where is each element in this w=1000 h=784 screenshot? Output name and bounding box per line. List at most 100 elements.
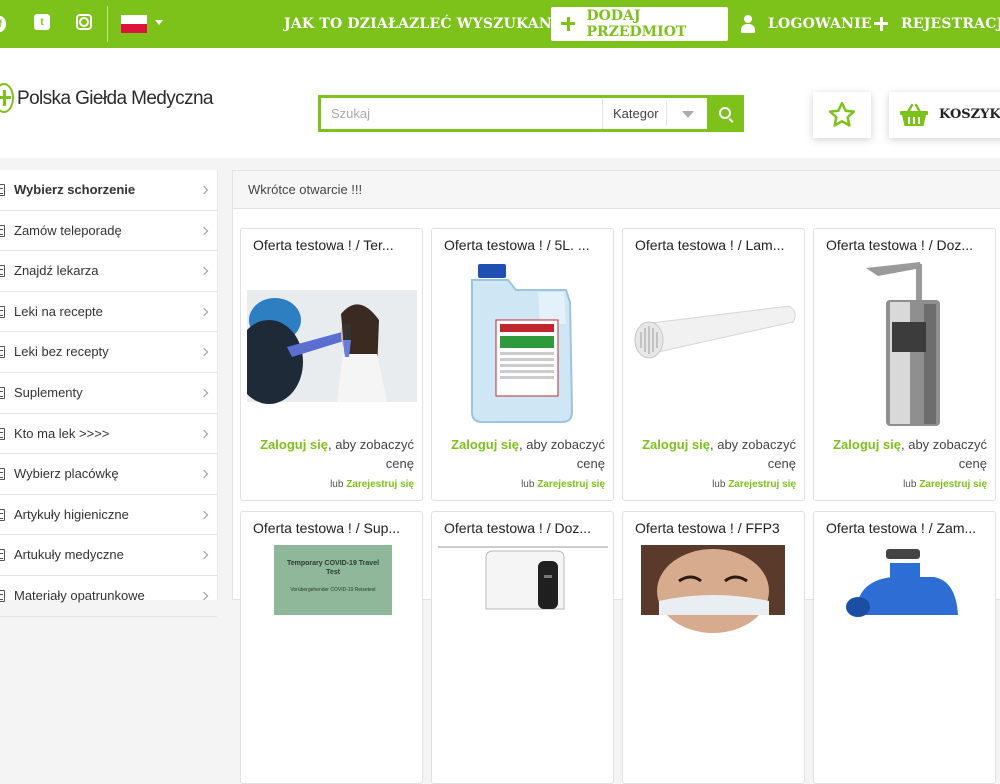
sidebar-item-find-doctor[interactable]: Znajdź lekarza (0, 251, 217, 292)
product-card[interactable]: Oferta testowa ! / Ter... Zaloguj się, a… (240, 228, 423, 501)
document-icon (0, 184, 5, 196)
login-prompt: Zaloguj się, aby zobaczyć (244, 435, 414, 455)
sidebar-item-teleconsultation[interactable]: Zamów teleporadę (0, 211, 217, 252)
product-card[interactable]: Oferta testowa ! / 5L. ... Zaloguj się, … (431, 228, 614, 501)
favorites-button[interactable] (813, 92, 871, 138)
product-card[interactable]: Oferta testowa ! / Zam... (813, 511, 996, 784)
register-link[interactable]: Zarejestruj się (537, 479, 605, 490)
register-prompt: lub Zarejestruj się (712, 479, 796, 490)
add-item-label: DODAJ PRZEDMIOT (586, 8, 687, 40)
site-logo[interactable]: Polska Giełda Medyczna (17, 88, 214, 110)
or-text: lub (521, 479, 538, 490)
covid-test-box: Temporary COVID-19 Travel Test Vorüberge… (274, 545, 392, 615)
product-title[interactable]: Oferta testowa ! / Zam... (826, 520, 976, 536)
login-link[interactable]: Zaloguj się (642, 437, 710, 452)
divider (107, 6, 108, 42)
user-icon (741, 15, 755, 33)
sidebar-item-choose-condition[interactable]: Wybierz schorzenie (0, 170, 217, 211)
product-title[interactable]: Oferta testowa ! / Doz... (826, 237, 973, 253)
search-input[interactable] (321, 98, 602, 129)
product-title[interactable]: Oferta testowa ! / 5L. ... (444, 237, 590, 253)
sidebar-item-who-has-drug[interactable]: Kto ma lek >>>> (0, 414, 217, 455)
nav-login[interactable]: LOGOWANIE (768, 0, 872, 48)
product-card[interactable]: Oferta testowa ! / FFP3 (622, 511, 805, 784)
document-icon (0, 549, 5, 562)
chevron-right-icon (199, 551, 209, 560)
logo-cross-icon[interactable] (0, 83, 14, 113)
login-prompt: Zaloguj się, aby zobaczyć (626, 435, 796, 455)
section-header: Wkrótce otwarcie !!! (233, 171, 1000, 209)
product-card[interactable]: Oferta testowa ! / Sup... Temporary COVI… (240, 511, 423, 784)
nav-order-search[interactable]: ZLEĆ WYSZUKANIE (409, 0, 570, 48)
product-title[interactable]: Oferta testowa ! / FFP3 (635, 520, 780, 536)
category-sidebar: Wybierz schorzenie Zamów teleporadę Znaj… (0, 170, 218, 617)
facebook-icon[interactable]: f (0, 16, 6, 32)
plus-icon (561, 17, 576, 31)
canister-photo[interactable] (438, 262, 608, 430)
register-link[interactable]: Zarejestruj się (346, 479, 414, 490)
chevron-right-icon (199, 307, 209, 317)
search-icon (718, 106, 731, 119)
sidebar-item-supplements[interactable]: Suplementy (0, 373, 217, 414)
sidebar-item-otc-drugs[interactable]: Leki bez recepty (0, 332, 217, 373)
nav-register[interactable]: REJESTRACJA (901, 0, 1000, 48)
auto-dispenser-photo[interactable] (438, 545, 608, 713)
dispenser-photo[interactable] (820, 262, 990, 430)
login-link[interactable]: Zaloguj się (451, 437, 519, 452)
sidebar-item-hygiene[interactable]: Artykuły higieniczne (0, 495, 217, 536)
register-prompt: lub Zarejestruj się (903, 479, 987, 490)
pl-flag-icon[interactable] (121, 15, 147, 33)
price-placeholder: cenę (958, 456, 987, 471)
document-icon (0, 589, 5, 602)
section-title: Wkrótce otwarcie !!! (248, 182, 363, 197)
sidebar-item-label: Leki na recepte (14, 303, 103, 319)
register-link[interactable]: Zarejestruj się (919, 479, 987, 490)
mask-photo[interactable] (629, 545, 799, 713)
instagram-icon[interactable] (76, 14, 92, 30)
product-title[interactable]: Oferta testowa ! / Doz... (444, 520, 591, 536)
login-prompt-text: , aby zobaczyć (710, 437, 796, 452)
sidebar-item-choose-facility[interactable]: Wybierz placówkę (0, 454, 217, 495)
sidebar-item-dressings[interactable]: Materiały opatrunkowe (0, 576, 217, 617)
site-header: Polska Giełda Medyczna Kategor KOSZYK (0, 48, 1000, 158)
basket-icon (900, 103, 928, 126)
twitter-icon[interactable]: t (34, 14, 50, 30)
register-link[interactable]: Zarejestruj się (728, 479, 796, 490)
language-caret-icon[interactable] (155, 20, 163, 25)
chevron-right-icon (199, 185, 209, 195)
nav-how-it-works[interactable]: JAK TO DZIAŁA (284, 0, 409, 48)
cart-label: KOSZYK (939, 107, 1000, 122)
divider (666, 102, 667, 125)
product-title[interactable]: Oferta testowa ! / Sup... (253, 520, 400, 536)
document-icon (0, 265, 5, 278)
covid-test-box-title: Temporary COVID-19 Travel Test (286, 560, 380, 576)
chevron-right-icon (199, 226, 209, 235)
chevron-right-icon (199, 429, 209, 438)
sidebar-item-label: Znajdź lekarza (14, 263, 99, 279)
product-card[interactable]: Oferta testowa ! / Doz... (431, 511, 614, 784)
product-title[interactable]: Oferta testowa ! / Lam... (635, 237, 784, 253)
fogger-photo[interactable] (820, 545, 990, 713)
price-placeholder: cenę (767, 456, 796, 471)
search-button[interactable] (707, 98, 744, 129)
login-prompt: Zaloguj się, aby zobaczyć (817, 435, 987, 455)
cart-button[interactable]: KOSZYK (889, 92, 1000, 138)
thermometer-photo[interactable] (247, 262, 417, 430)
register-prompt: lub Zarejestruj się (330, 479, 414, 490)
product-card[interactable]: Oferta testowa ! / Doz... Zaloguj się, a… (813, 228, 996, 501)
category-select[interactable]: Kategor (602, 98, 707, 129)
login-link[interactable]: Zaloguj się (833, 437, 901, 452)
covid-test-photo[interactable]: Temporary COVID-19 Travel Test Vorüberge… (247, 545, 417, 713)
chevron-right-icon (199, 510, 209, 519)
sidebar-item-prescription-drugs[interactable]: Leki na recepte (0, 292, 217, 333)
sidebar-item-medical-items[interactable]: Artukuły medyczne (0, 535, 217, 576)
sidebar-item-label: Artykuły higieniczne (14, 506, 129, 522)
document-icon (0, 224, 5, 237)
product-card[interactable]: Oferta testowa ! / Lam... Zaloguj się, a… (622, 228, 805, 501)
login-link[interactable]: Zaloguj się (260, 437, 328, 452)
uv-lamp-photo[interactable] (629, 262, 799, 430)
register-prompt: lub Zarejestruj się (521, 479, 605, 490)
add-item-button[interactable]: DODAJ PRZEDMIOT (551, 7, 728, 41)
document-icon (0, 508, 5, 521)
product-title[interactable]: Oferta testowa ! / Ter... (253, 237, 394, 253)
